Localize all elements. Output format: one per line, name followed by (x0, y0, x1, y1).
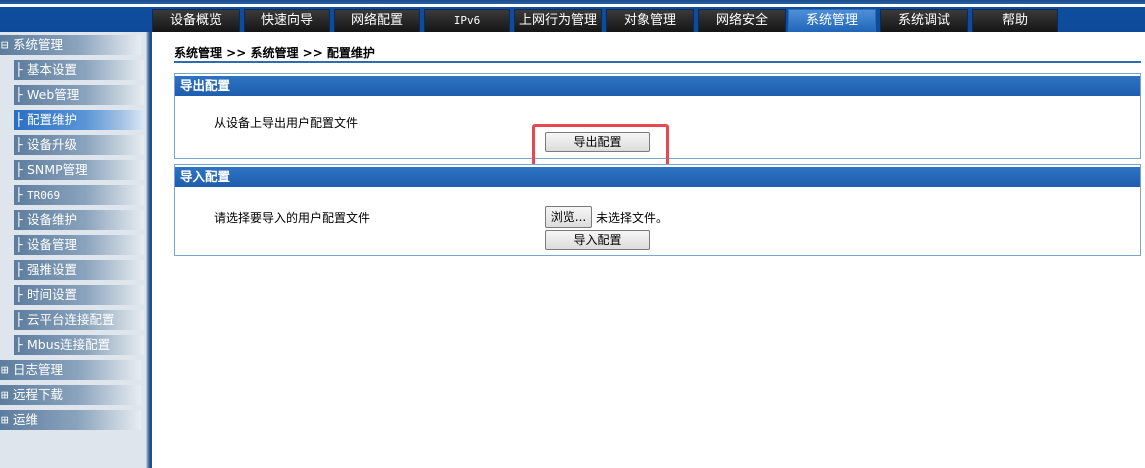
tab-quick-wizard[interactable]: 快速向导 (244, 9, 330, 32)
sidebar-item-label: 基本设置 (27, 62, 78, 77)
sidebar-group-operations[interactable]: ⊞ 运维 (0, 410, 141, 430)
tab-ipv6[interactable]: IPv6 (424, 9, 510, 32)
tab-network-security[interactable]: 网络安全 (698, 9, 786, 32)
import-description: 请选择要导入的用户配置文件 (214, 211, 371, 225)
sidebar-item-label: 云平台连接配置 (27, 312, 115, 327)
tree-branch-icon: ├ (15, 187, 23, 202)
tree-branch-icon: ├ (15, 162, 23, 177)
sidebar-item-label: Mbus连接配置 (27, 337, 111, 352)
tree-branch-icon: ├ (15, 287, 23, 302)
sidebar-group-log-management[interactable]: ⊞ 日志管理 (0, 360, 141, 380)
sidebar-item-cloud-platform-connection[interactable]: ├ 云平台连接配置 (14, 310, 144, 330)
import-panel-title: 导入配置 (175, 167, 1140, 187)
sidebar-group-label: 系统管理 (13, 37, 64, 52)
sidebar-item-label: 配置维护 (27, 112, 78, 127)
tab-system-management[interactable]: 系统管理 (788, 9, 876, 32)
tree-branch-icon: ├ (15, 87, 23, 102)
sidebar-item-label: Web管理 (27, 87, 80, 102)
sidebar-item-basic-settings[interactable]: ├ 基本设置 (14, 60, 144, 80)
tree-branch-icon: ├ (15, 212, 23, 227)
collapse-icon: ⊟ (1, 37, 9, 52)
sidebar-item-time-settings[interactable]: ├ 时间设置 (14, 285, 144, 305)
tab-device-overview[interactable]: 设备概览 (152, 9, 240, 32)
sidebar: ⊟ 系统管理 ├ 基本设置 ├ Web管理 ├ 配置维护 ├ 设备升级 ├ SNMP管理 ├… (0, 32, 152, 468)
tab-help[interactable]: 帮助 (972, 9, 1058, 32)
sidebar-item-label: TR069 (27, 189, 61, 202)
tree-branch-icon: ├ (15, 237, 23, 252)
export-config-button[interactable]: 导出配置 (545, 132, 650, 152)
top-nav-bar: 设备概览 快速向导 网络配置 IPv6 上网行为管理 对象管理 网络安全 系统管… (0, 0, 1145, 32)
browse-file-button[interactable]: 浏览... (545, 206, 592, 228)
import-config-panel: 导入配置 请选择要导入的用户配置文件 浏览... 未选择文件。 导入配置 (174, 164, 1141, 256)
sidebar-item-snmp-management[interactable]: ├ SNMP管理 (14, 160, 144, 180)
sidebar-item-label: 时间设置 (27, 287, 78, 302)
sidebar-group-remote-download[interactable]: ⊞ 远程下载 (0, 385, 141, 405)
export-description: 从设备上导出用户配置文件 (214, 116, 359, 130)
export-config-panel: 导出配置 从设备上导出用户配置文件 导出配置 (174, 73, 1141, 168)
sidebar-item-web-management[interactable]: ├ Web管理 (14, 85, 144, 105)
tab-system-debug[interactable]: 系统调试 (880, 9, 968, 32)
sidebar-item-label: 设备升级 (27, 137, 78, 152)
sidebar-item-config-maintenance[interactable]: ├ 配置维护 (14, 110, 144, 130)
tab-behavior-management[interactable]: 上网行为管理 (514, 9, 602, 32)
tree-branch-icon: ├ (15, 337, 23, 352)
sidebar-item-mbus-connection[interactable]: ├ Mbus连接配置 (14, 335, 144, 355)
sidebar-item-label: 设备维护 (27, 212, 78, 227)
sidebar-item-device-maintenance[interactable]: ├ 设备维护 (14, 210, 144, 230)
tree-branch-icon: ├ (15, 262, 23, 277)
sidebar-group-system-management[interactable]: ⊟ 系统管理 (0, 35, 141, 55)
import-config-button[interactable]: 导入配置 (545, 230, 650, 250)
sidebar-group-label: 日志管理 (13, 362, 64, 377)
tree-branch-icon: ├ (15, 312, 23, 327)
expand-icon: ⊞ (1, 412, 9, 427)
sidebar-group-label: 运维 (13, 412, 39, 427)
sidebar-item-label: 设备管理 (27, 237, 78, 252)
breadcrumb: 系统管理 >> 系统管理 >> 配置维护 (174, 46, 375, 60)
export-panel-title: 导出配置 (175, 76, 1140, 96)
expand-icon: ⊞ (1, 387, 9, 402)
tab-network-config[interactable]: 网络配置 (334, 9, 420, 32)
sidebar-item-label: 强推设置 (27, 262, 78, 277)
expand-icon: ⊞ (1, 362, 9, 377)
file-status-text: 未选择文件。 (596, 211, 669, 225)
tree-branch-icon: ├ (15, 137, 23, 152)
tree-branch-icon: ├ (15, 112, 23, 127)
sidebar-item-device-upgrade[interactable]: ├ 设备升级 (14, 135, 144, 155)
sidebar-item-force-push-settings[interactable]: ├ 强推设置 (14, 260, 144, 280)
sidebar-item-label: SNMP管理 (27, 162, 88, 177)
tree-branch-icon: ├ (15, 62, 23, 77)
sidebar-item-device-management[interactable]: ├ 设备管理 (14, 235, 144, 255)
sidebar-item-tr069[interactable]: ├ TR069 (14, 185, 144, 205)
tab-object-management[interactable]: 对象管理 (606, 9, 694, 32)
sidebar-group-label: 远程下载 (13, 387, 64, 402)
breadcrumb-divider (174, 61, 1141, 63)
